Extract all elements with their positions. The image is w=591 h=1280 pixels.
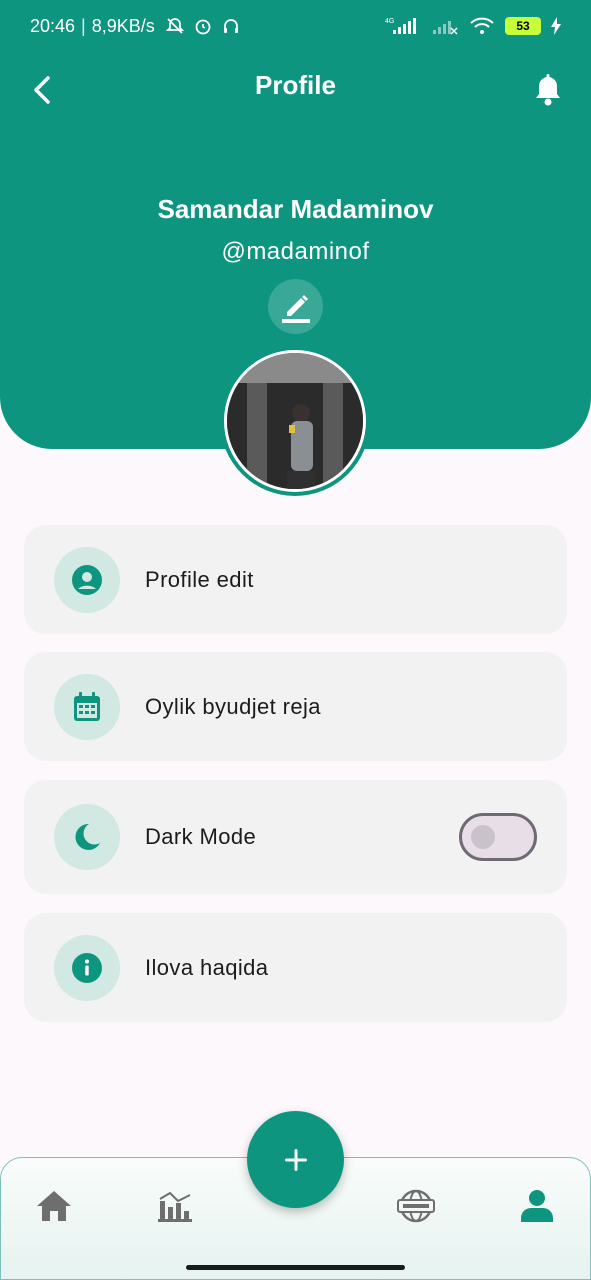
menu-item-label: Profile edit <box>145 566 254 592</box>
status-net-speed: 8,9KB/s <box>91 15 155 36</box>
home-icon <box>37 1191 71 1221</box>
bell-icon <box>536 74 560 106</box>
status-time: 20:46 <box>30 15 76 36</box>
status-bar: 20:46 | 8,9KB/s 4G 53 <box>0 0 591 52</box>
wifi-icon <box>470 17 494 34</box>
dark-mode-toggle[interactable] <box>459 813 537 861</box>
nav-news[interactable] <box>396 1186 436 1226</box>
info-icon <box>54 934 120 1001</box>
home-indicator[interactable] <box>186 1265 405 1270</box>
moon-icon <box>54 804 120 870</box>
avatar-photo <box>224 350 366 492</box>
add-button[interactable] <box>247 1111 344 1208</box>
plus-icon <box>284 1148 307 1171</box>
news-icon <box>397 1189 435 1223</box>
avatar[interactable] <box>220 346 370 496</box>
headphones-icon <box>223 19 238 33</box>
menu-item-label: Oylik byudjet reja <box>145 693 321 719</box>
page-title: Profile <box>255 70 336 100</box>
menu-item-label: Dark Mode <box>145 824 257 849</box>
menu-item-about-app[interactable]: Ilova haqida <box>24 913 567 1022</box>
network-type: 4G <box>385 18 394 25</box>
menu-item-label: Ilova haqida <box>145 954 269 980</box>
signal-icon: 4G <box>385 18 416 34</box>
signal-2-icon <box>433 21 458 35</box>
menu-item-profile-edit[interactable]: Profile edit <box>24 525 567 634</box>
battery-indicator: 53 <box>505 17 541 35</box>
profile-icon <box>521 1190 553 1222</box>
nav-home[interactable] <box>34 1186 74 1226</box>
toggle-knob <box>471 825 495 849</box>
charging-icon <box>551 17 561 35</box>
nav-stats[interactable] <box>155 1186 195 1226</box>
account-circle-icon <box>54 546 120 613</box>
menu-item-dark-mode[interactable]: Dark Mode <box>24 780 567 894</box>
edit-profile-button[interactable] <box>268 279 323 334</box>
calendar-icon <box>54 673 120 740</box>
menu-item-budget-plan[interactable]: Oylik byudjet reja <box>24 652 567 761</box>
notifications-button[interactable] <box>533 72 563 108</box>
stats-icon <box>158 1191 192 1222</box>
alarm-icon <box>195 19 211 35</box>
nav-profile[interactable] <box>517 1186 557 1226</box>
pencil-icon <box>281 294 310 323</box>
mute-icon <box>165 18 184 34</box>
profile-handle: @madaminof <box>221 238 370 265</box>
profile-name: Samandar Madaminov <box>157 194 434 224</box>
